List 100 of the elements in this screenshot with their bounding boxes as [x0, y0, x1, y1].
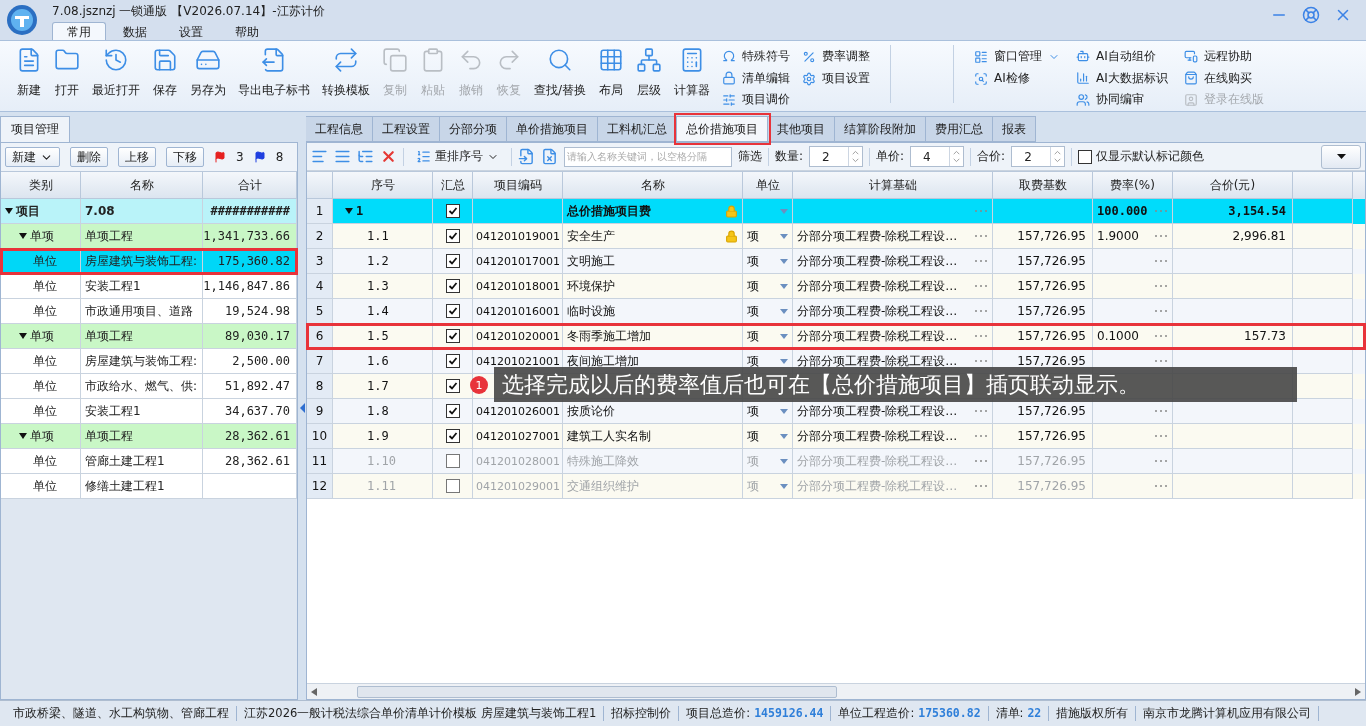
checkbox[interactable] — [445, 354, 460, 368]
content-tab[interactable]: 工程信息 — [306, 116, 373, 142]
ellipsis-icon[interactable] — [974, 209, 988, 213]
toolbar-button[interactable]: 协同编审 — [1076, 90, 1168, 109]
toolbar-button[interactable]: 在线购买 — [1183, 68, 1264, 88]
toolbar-button[interactable]: 下移 — [166, 147, 204, 167]
flag-icon[interactable] — [253, 151, 266, 163]
ellipsis-icon[interactable] — [974, 284, 988, 288]
dropdown-arrow-icon[interactable] — [780, 408, 788, 414]
dropdown-arrow-icon[interactable] — [780, 358, 788, 364]
tree-row[interactable]: 单位 安装工程1 34,637.70 — [1, 399, 297, 424]
collapse-arrow-icon[interactable] — [299, 403, 305, 413]
tree-row[interactable]: 单项 单项工程 28,362.61 — [1, 424, 297, 449]
dropdown-arrow-icon[interactable] — [780, 258, 788, 264]
toolbar-button[interactable]: 另存为 — [184, 45, 232, 111]
filter-label[interactable]: 筛选 — [738, 148, 762, 165]
new-button[interactable]: 新建 — [5, 147, 60, 167]
ellipsis-icon[interactable] — [1154, 234, 1168, 238]
checkbox[interactable] — [445, 304, 460, 318]
tree-row[interactable]: 单位 市政给水、燃气、供: 51,892.47 — [1, 374, 297, 399]
content-tab[interactable]: 费用汇总 — [926, 116, 993, 142]
number-spinner[interactable]: 4 — [910, 146, 965, 167]
tree-row[interactable]: 单位 房屋建筑与装饰工程: 2,500.00 — [1, 349, 297, 374]
table-row[interactable]: 4 1.3 041201018001 环境保护 项 分部分项工程费-除税工程设… 157,726.95 — [307, 274, 1365, 299]
dropdown-arrow-icon[interactable] — [780, 433, 788, 439]
checkbox-label[interactable]: 仅显示默认标记颜色 — [1078, 148, 1205, 165]
ellipsis-icon[interactable] — [974, 309, 988, 313]
table-row[interactable]: 2 1.1 041201019001 安全生产 项 分部分项工程费-除税工程设… 157,726.95 1.9000 2,996.81 — [307, 224, 1365, 249]
dropdown-arrow-icon[interactable] — [780, 208, 788, 214]
export-icon[interactable] — [541, 148, 558, 165]
menu-tab[interactable]: 设置 — [164, 22, 218, 40]
checkbox[interactable] — [445, 279, 460, 293]
toolbar-button[interactable]: AI大数据标识 — [1076, 68, 1168, 88]
toolbar-button[interactable]: 清单编辑 — [722, 68, 791, 88]
toolbar-button[interactable]: 删除 — [70, 147, 108, 167]
checkbox[interactable] — [445, 429, 460, 443]
menu-tab[interactable]: 常用 — [52, 22, 106, 40]
checkbox[interactable] — [445, 404, 460, 418]
ellipsis-icon[interactable] — [974, 234, 988, 238]
dropdown-button[interactable] — [1321, 144, 1361, 169]
dropdown-arrow-icon[interactable] — [780, 283, 788, 289]
sublist-icon[interactable] — [357, 148, 374, 165]
table-row[interactable]: 3 1.2 041201017001 文明施工 项 分部分项工程费-除税工程设… 157,726.95 — [307, 249, 1365, 274]
ellipsis-icon[interactable] — [1154, 209, 1168, 213]
content-tab[interactable]: 总价措施项目 — [677, 116, 768, 142]
tree-row[interactable]: 单位 房屋建筑与装饰工程: 175,360.82 — [1, 249, 297, 274]
content-tab[interactable]: 结算阶段附加 — [835, 116, 926, 142]
menu-tab[interactable]: 数据 — [108, 22, 162, 40]
toolbar-button[interactable]: 费率调整 — [802, 47, 871, 66]
tree-row[interactable]: 单位 管廊土建工程1 28,362.61 — [1, 449, 297, 474]
table-row[interactable]: 5 1.4 041201016001 临时设施 项 分部分项工程费-除税工程设… 157,726.95 — [307, 299, 1365, 324]
checkbox[interactable] — [445, 254, 460, 268]
checkbox[interactable] — [445, 329, 460, 343]
toolbar-button[interactable]: 导出电子标书 — [232, 45, 316, 111]
ellipsis-icon[interactable] — [974, 259, 988, 263]
content-tab[interactable]: 工料机汇总 — [598, 116, 677, 142]
ellipsis-icon[interactable] — [974, 334, 988, 338]
ellipsis-icon[interactable] — [974, 359, 988, 363]
toolbar-button[interactable]: 布局 — [592, 45, 631, 111]
insert-rows-icon[interactable] — [334, 148, 351, 165]
toolbar-button[interactable]: 保存 — [146, 45, 184, 111]
toolbar-button[interactable]: AI自动组价 — [1076, 47, 1168, 66]
dropdown-arrow-icon[interactable] — [780, 308, 788, 314]
ellipsis-icon[interactable] — [1154, 334, 1168, 338]
restore-icon[interactable] — [1302, 6, 1320, 24]
toolbar-button[interactable]: 打开 — [48, 45, 86, 111]
number-spinner[interactable]: 2 — [1011, 146, 1066, 167]
ellipsis-icon[interactable] — [1154, 359, 1168, 363]
content-tab[interactable]: 工程设置 — [373, 116, 440, 142]
delete-icon[interactable] — [380, 148, 397, 165]
insert-row-icon[interactable] — [311, 148, 328, 165]
tree-row[interactable]: 单项 单项工程 1,341,733.66 — [1, 224, 297, 249]
tree-row[interactable]: 单位 市政通用项目、道路 19,524.98 — [1, 299, 297, 324]
search-field[interactable]: 请输入名称关键词，以空格分隔 — [564, 146, 732, 167]
toolbar-button[interactable]: 最近打开 — [86, 45, 146, 111]
toolbar-button[interactable]: AI检修 — [974, 69, 1061, 88]
ellipsis-icon[interactable] — [1154, 409, 1168, 413]
app-logo-icon[interactable] — [6, 4, 38, 36]
dropdown-arrow-icon[interactable] — [780, 233, 788, 239]
toolbar-button[interactable]: 项目调价 — [722, 90, 791, 109]
toolbar-button[interactable]: 远程协助 — [1183, 47, 1264, 66]
toolbar-button[interactable]: 查找/替换 — [528, 45, 593, 111]
ellipsis-icon[interactable] — [1154, 309, 1168, 313]
ellipsis-icon[interactable] — [1154, 434, 1168, 438]
tree-row[interactable]: 单项 单项工程 89,030.17 — [1, 324, 297, 349]
checkbox[interactable] — [1078, 149, 1093, 164]
checkbox[interactable] — [445, 204, 460, 218]
checkbox[interactable] — [445, 229, 460, 243]
tree-row[interactable]: 项目 7.08 ########### — [1, 199, 297, 224]
toolbar-button[interactable]: 新建 — [10, 45, 48, 111]
panel-tab[interactable]: 项目管理 — [0, 116, 70, 142]
content-tab[interactable]: 其他项目 — [768, 116, 835, 142]
ellipsis-icon[interactable] — [1154, 284, 1168, 288]
horizontal-scrollbar[interactable] — [307, 683, 1365, 699]
toolbar-button[interactable]: 层级 — [630, 45, 669, 111]
scroll-right-icon[interactable] — [1355, 687, 1361, 696]
ellipsis-icon[interactable] — [974, 434, 988, 438]
reorder-button[interactable]: 重排序号 — [410, 146, 505, 167]
flag-icon[interactable] — [214, 151, 226, 163]
ellipsis-icon[interactable] — [974, 409, 988, 413]
